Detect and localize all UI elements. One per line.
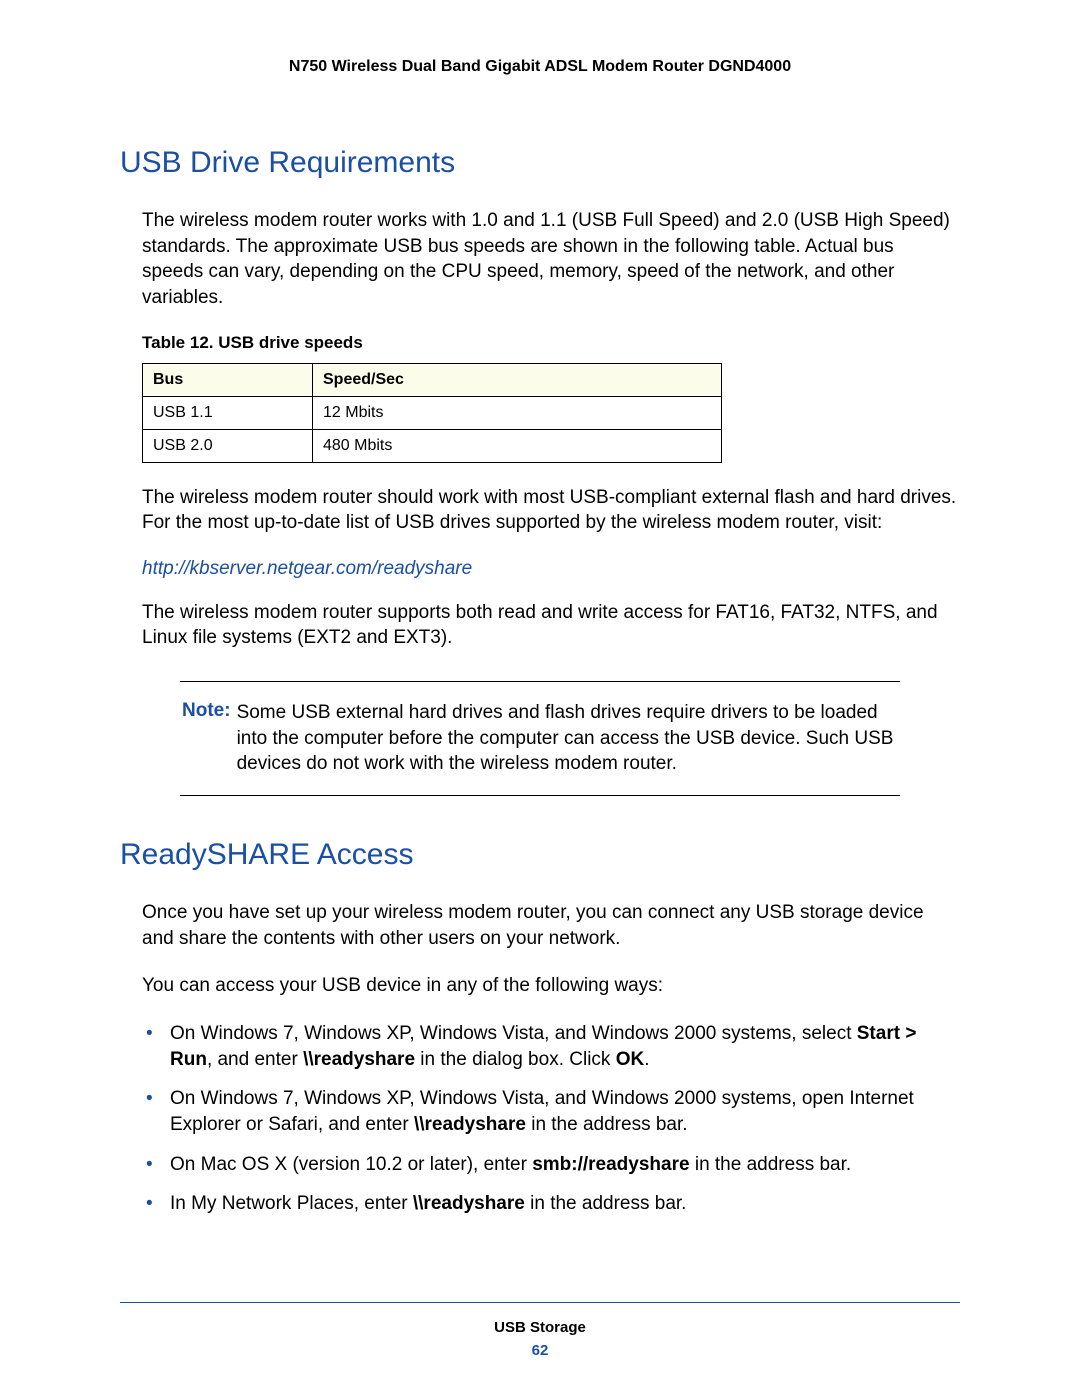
note-rule-bottom	[180, 795, 900, 796]
page-footer: USB Storage 62	[120, 1302, 960, 1359]
li-text: in the dialog box. Click	[415, 1049, 616, 1070]
table-row: USB 1.1 12 Mbits	[143, 396, 722, 429]
li-text: .	[644, 1049, 649, 1070]
li-text: , and enter	[207, 1049, 303, 1070]
para-readyshare-intro: Once you have set up your wireless modem…	[120, 900, 960, 951]
footer-rule	[120, 1302, 960, 1303]
li-bold: \\readyshare	[414, 1114, 526, 1135]
table-row: USB 2.0 480 Mbits	[143, 429, 722, 462]
li-bold: OK	[616, 1049, 645, 1070]
readyshare-link[interactable]: http://kbserver.netgear.com/readyshare	[120, 558, 960, 580]
note-label: Note:	[182, 700, 237, 777]
usb-speed-table: Bus Speed/Sec USB 1.1 12 Mbits USB 2.0 4…	[142, 363, 722, 463]
li-text: In My Network Places, enter	[170, 1193, 413, 1214]
para-filesystems: The wireless modem router supports both …	[120, 600, 960, 651]
th-speed: Speed/Sec	[313, 363, 722, 396]
note-text: Some USB external hard drives and flash …	[237, 700, 898, 777]
heading-usb-drive-requirements: USB Drive Requirements	[120, 146, 960, 180]
para-usb-compat: The wireless modem router should work wi…	[120, 485, 960, 536]
li-bold: smb://readyshare	[532, 1154, 689, 1175]
list-item: On Windows 7, Windows XP, Windows Vista,…	[142, 1086, 960, 1137]
cell-bus: USB 2.0	[143, 429, 313, 462]
li-bold: \\readyshare	[303, 1049, 415, 1070]
access-methods-list: On Windows 7, Windows XP, Windows Vista,…	[120, 1021, 960, 1217]
li-text: On Mac OS X (version 10.2 or later), ent…	[170, 1154, 532, 1175]
note-block: Note: Some USB external hard drives and …	[180, 681, 900, 796]
li-text: in the address bar.	[526, 1114, 688, 1135]
cell-speed: 12 Mbits	[313, 396, 722, 429]
document-header: N750 Wireless Dual Band Gigabit ADSL Mod…	[120, 58, 960, 76]
li-text: On Windows 7, Windows XP, Windows Vista,…	[170, 1023, 857, 1044]
li-text: in the address bar.	[690, 1154, 852, 1175]
th-bus: Bus	[143, 363, 313, 396]
cell-speed: 480 Mbits	[313, 429, 722, 462]
cell-bus: USB 1.1	[143, 396, 313, 429]
list-item: On Mac OS X (version 10.2 or later), ent…	[142, 1152, 960, 1178]
footer-section-title: USB Storage	[120, 1319, 960, 1336]
table-header-row: Bus Speed/Sec	[143, 363, 722, 396]
li-bold: \\readyshare	[413, 1193, 525, 1214]
note-rule-top	[180, 681, 900, 682]
list-item: On Windows 7, Windows XP, Windows Vista,…	[142, 1021, 960, 1072]
heading-readyshare-access: ReadySHARE Access	[120, 838, 960, 872]
list-item: In My Network Places, enter \\readyshare…	[142, 1191, 960, 1217]
para-usb-intro: The wireless modem router works with 1.0…	[120, 208, 960, 311]
footer-page-number: 62	[120, 1342, 960, 1359]
table-caption: Table 12. USB drive speeds	[120, 333, 960, 353]
para-access-ways: You can access your USB device in any of…	[120, 973, 960, 999]
li-text: in the address bar.	[525, 1193, 687, 1214]
